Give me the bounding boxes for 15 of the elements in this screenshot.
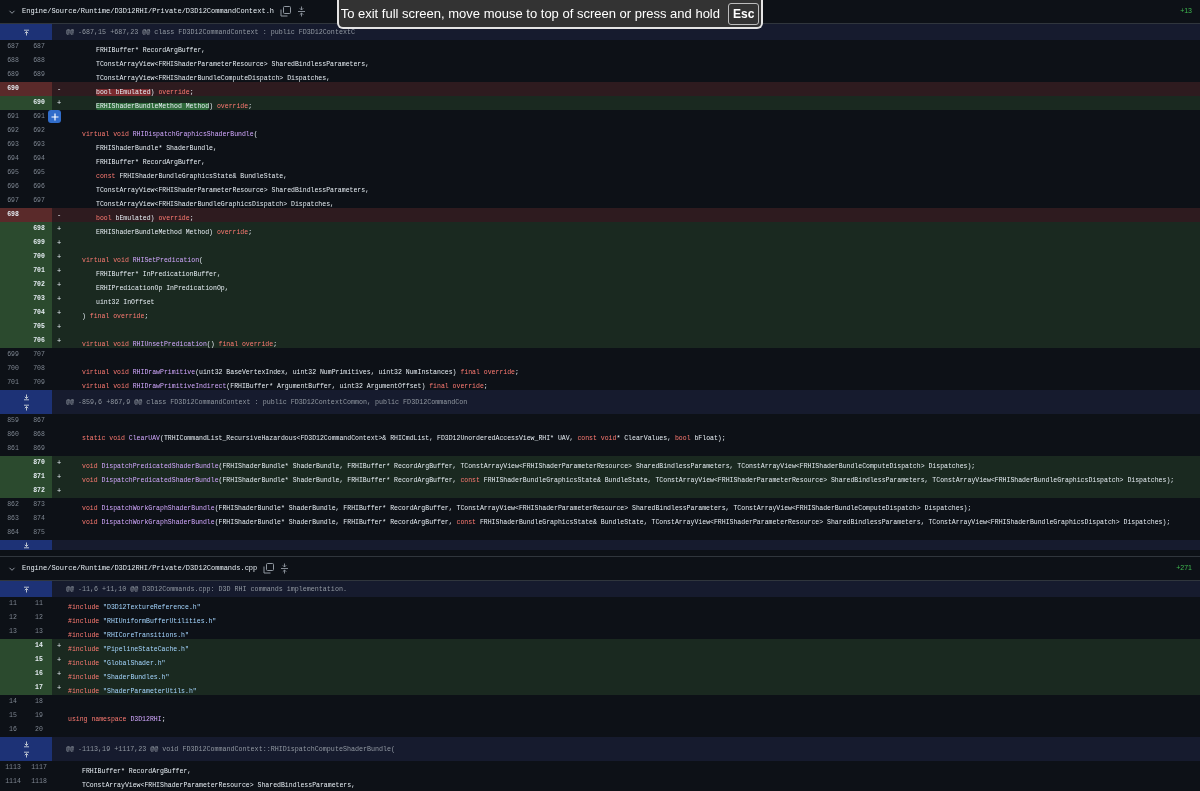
expand-down-icon[interactable] xyxy=(22,740,30,748)
key-hint: Esc xyxy=(728,2,760,25)
expand-down-icon[interactable] xyxy=(22,541,30,549)
expand-down-icon[interactable] xyxy=(22,393,30,401)
expand-up-icon[interactable] xyxy=(22,28,30,36)
unfold-icon[interactable] xyxy=(297,6,307,17)
add-comment-button[interactable] xyxy=(48,110,61,123)
expand-up-icon[interactable] xyxy=(22,585,30,593)
copy-icon[interactable] xyxy=(263,563,275,574)
plus-icon xyxy=(50,112,59,121)
expand-up-icon[interactable] xyxy=(22,750,30,758)
expand-up-icon[interactable] xyxy=(22,403,30,411)
copy-icon[interactable] xyxy=(280,6,292,17)
fullscreen-message: To exit full screen, move mouse to top of screen or press and hold xyxy=(340,4,720,23)
unfold-icon[interactable] xyxy=(280,563,290,574)
